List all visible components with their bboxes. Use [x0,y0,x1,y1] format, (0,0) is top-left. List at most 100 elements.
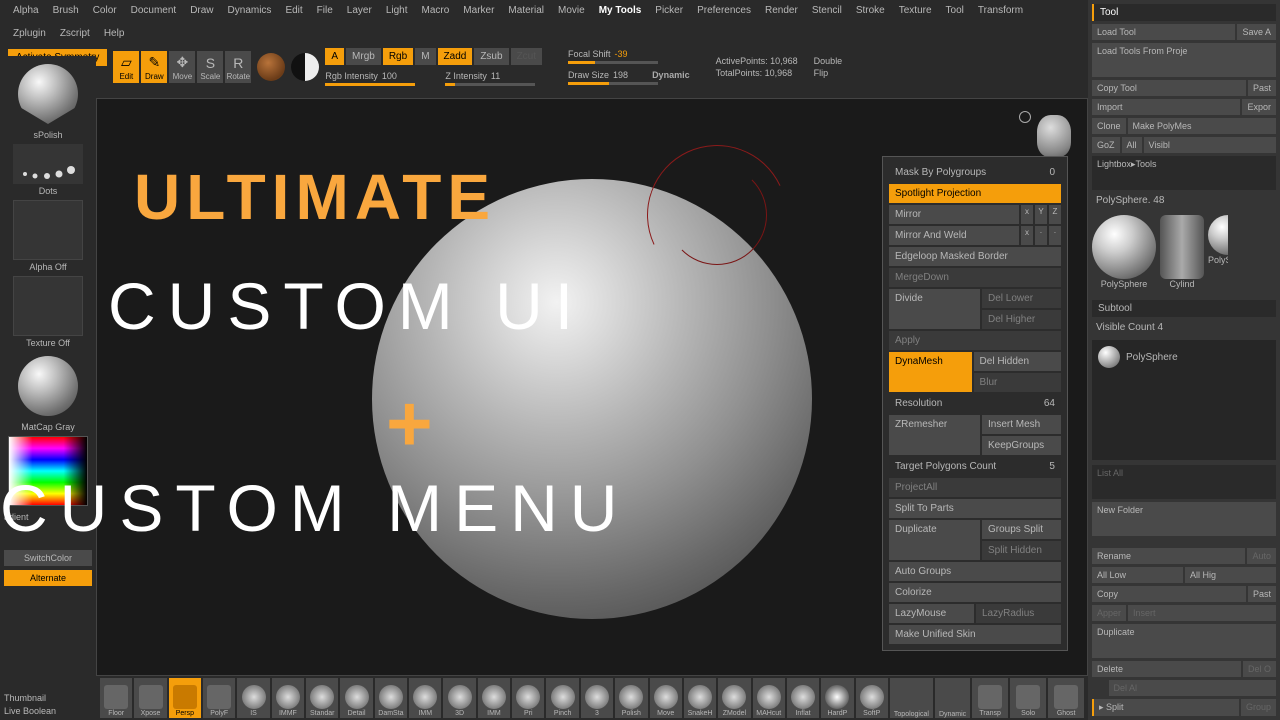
resolution-slider[interactable]: Resolution 64 [889,394,1061,413]
shelf-polyf[interactable]: PolyF [203,678,235,718]
colorize-button[interactable]: Colorize [889,583,1061,602]
weld-z-icon[interactable]: · [1049,226,1061,245]
import-button[interactable]: Import [1092,99,1240,115]
divide-button[interactable]: Divide [889,289,980,329]
zadd-toggle[interactable]: Zadd [438,48,473,65]
menu-light[interactable]: Light [379,2,415,19]
export-button[interactable]: Expor [1242,99,1276,115]
shelf-detail[interactable]: Detail [340,678,372,718]
delete-button[interactable]: Delete [1092,661,1241,677]
make-polymesh-button[interactable]: Make PolyMes [1128,118,1276,134]
menu-tool[interactable]: Tool [939,2,971,19]
stroke-swatch[interactable]: Dots [4,144,92,196]
menu-stencil[interactable]: Stencil [805,2,849,19]
history-icon[interactable] [1019,111,1031,123]
blur-button[interactable]: Blur [974,373,1061,392]
menu-edit[interactable]: Edit [278,2,309,19]
shelf-pri[interactable]: Pri [512,678,544,718]
del-lower-button[interactable]: Del Lower [982,289,1061,308]
shelf-mahcut[interactable]: MAHcut [753,678,785,718]
zremesher-button[interactable]: ZRemesher [889,415,980,455]
brush-swatch[interactable]: sPolish [4,60,92,140]
menu-render[interactable]: Render [758,2,805,19]
shelf-imm2[interactable]: IMM [478,678,510,718]
polysphere-thumb[interactable]: PolySphere [1092,215,1156,289]
mirror-y-icon[interactable]: Y [1035,205,1047,224]
rgb-intensity-slider[interactable]: Rgb Intensity100 [325,71,415,86]
menu-mytools[interactable]: My Tools [592,2,649,19]
edit-mode-button[interactable]: ▱Edit [113,51,139,83]
split-hidden-button[interactable]: Split Hidden [982,541,1061,560]
insert-button[interactable]: Insert [1128,605,1276,621]
project-all-button[interactable]: ProjectAll [889,478,1061,497]
mrgb-toggle[interactable]: Mrgb [346,48,381,65]
subtool-item[interactable]: PolySphere [1096,344,1272,370]
menu-document[interactable]: Document [124,2,184,19]
clone-button[interactable]: Clone [1092,118,1126,134]
mirror-z-icon[interactable]: Z [1049,205,1061,224]
group-button[interactable]: Group [1241,699,1276,716]
menu-alpha[interactable]: Alpha [6,2,46,19]
shelf-persp[interactable]: Persp [169,678,201,718]
copy-tool-button[interactable]: Copy Tool [1092,80,1246,96]
shelf-imm[interactable]: IMM [409,678,441,718]
menu-zplugin[interactable]: Zplugin [6,25,53,42]
weld-y-icon[interactable]: · [1035,226,1047,245]
groups-split-button[interactable]: Groups Split [982,520,1061,539]
shelf-polish[interactable]: Polish [615,678,647,718]
menu-texture[interactable]: Texture [892,2,939,19]
shelf-pinch[interactable]: Pinch [546,678,578,718]
shelf-inflat[interactable]: Inflat [787,678,819,718]
polysphere2-thumb[interactable]: PolyS [1208,215,1228,289]
load-tools-from-project-button[interactable]: Load Tools From Proje [1092,43,1276,77]
menu-marker[interactable]: Marker [456,2,501,19]
load-tool-button[interactable]: Load Tool [1092,24,1235,40]
shelf-immf[interactable]: IMMF [272,678,304,718]
material-swatch[interactable]: MatCap Gray [4,352,92,432]
lazyradius-button[interactable]: LazyRadius [976,604,1061,623]
material-preview-icon[interactable] [257,53,285,81]
lazymouse-button[interactable]: LazyMouse [889,604,974,623]
del-hidden-button[interactable]: Del Hidden [974,352,1061,371]
spotlight-projection-button[interactable]: Spotlight Projection [889,184,1061,203]
rgb-toggle[interactable]: Rgb [383,48,413,65]
auto-groups-button[interactable]: Auto Groups [889,562,1061,581]
m-toggle[interactable]: M [415,48,435,65]
shelf-ghost[interactable]: Ghost [1048,678,1084,718]
make-unified-skin-button[interactable]: Make Unified Skin [889,625,1061,644]
menu-material[interactable]: Material [501,2,551,19]
paste-subtool-button[interactable]: Past [1248,586,1276,602]
shelf-3d[interactable]: 3D [443,678,475,718]
mergedown-button[interactable]: MergeDown [889,268,1061,287]
shelf-damsta[interactable]: DamSta [375,678,407,718]
shelf-is[interactable]: IS [237,678,269,718]
del-other-button[interactable]: Del O [1243,661,1276,677]
menu-picker[interactable]: Picker [648,2,690,19]
shelf-hardp[interactable]: HardP [821,678,853,718]
shelf-dynamic[interactable]: Dynamic [935,678,970,718]
menu-zscript[interactable]: Zscript [53,25,97,42]
menu-preferences[interactable]: Preferences [690,2,758,19]
mask-by-polygroups-slider[interactable]: Mask By Polygroups 0 [889,163,1061,182]
menu-stroke[interactable]: Stroke [849,2,892,19]
append-button[interactable]: Apper [1092,605,1126,621]
menu-dynamics[interactable]: Dynamics [221,2,279,19]
target-polygons-slider[interactable]: Target Polygons Count 5 [889,457,1061,476]
focal-shift-slider[interactable]: Focal Shift-39 [568,49,690,64]
shelf-transp[interactable]: Transp [972,678,1008,718]
flip-toggle[interactable]: Flip [814,68,843,78]
cylinder-thumb[interactable]: Cylind [1160,215,1204,289]
shelf-topological[interactable]: Topological [890,678,933,718]
alpha-swatch[interactable]: Alpha Off [4,200,92,272]
rename-button[interactable]: Rename [1092,548,1245,564]
shelf-move[interactable]: Move [650,678,682,718]
shelf-standard[interactable]: Standar [306,678,338,718]
menu-macro[interactable]: Macro [415,2,457,19]
shelf-3[interactable]: 3 [581,678,613,718]
goz-all-button[interactable]: All [1122,137,1142,153]
texture-swatch[interactable]: Texture Off [4,276,92,348]
mirror-x-icon[interactable]: x [1021,205,1033,224]
move-mode-button[interactable]: ✥Move [169,51,195,83]
alternate-button[interactable]: Alternate [4,570,92,586]
split-section-button[interactable]: ▸ Split [1092,699,1239,716]
